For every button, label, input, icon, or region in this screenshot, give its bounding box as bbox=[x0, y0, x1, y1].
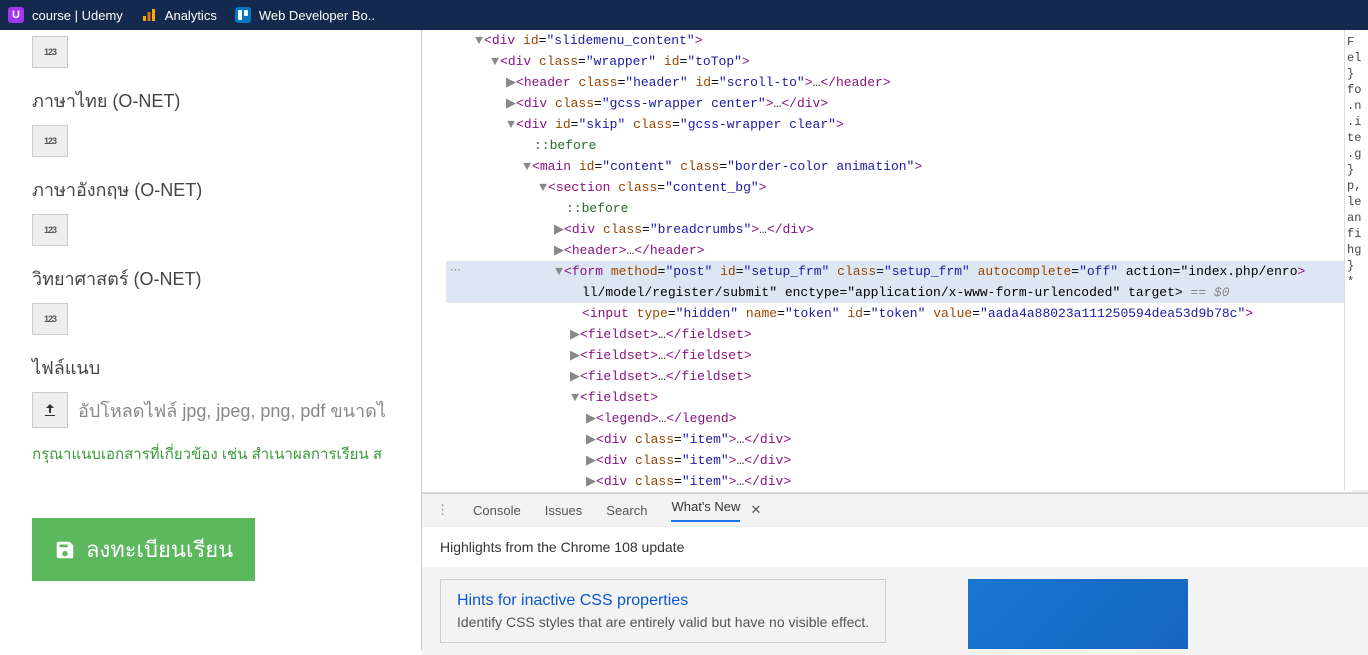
devtools: ▼<div id="slidemenu_content">▼<div class… bbox=[421, 30, 1368, 650]
number-input-icon[interactable]: 123 bbox=[32, 125, 68, 157]
tab-whatsnew[interactable]: What's New bbox=[671, 499, 740, 522]
analytics-icon bbox=[141, 7, 157, 23]
field-label-english: ภาษาอังกฤษ (O-NET) bbox=[32, 175, 421, 204]
bookmark-analytics[interactable]: Analytics bbox=[141, 7, 217, 23]
bookmark-label: course | Udemy bbox=[32, 8, 123, 23]
number-input-icon[interactable]: 123 bbox=[32, 214, 68, 246]
register-button[interactable]: ลงทะเบียนเรียน bbox=[32, 518, 255, 581]
tab-search[interactable]: Search bbox=[606, 503, 647, 518]
udemy-icon: U bbox=[8, 7, 24, 23]
upload-button[interactable] bbox=[32, 392, 68, 428]
whatsnew-headline: Highlights from the Chrome 108 update bbox=[422, 526, 1368, 567]
field-label-thai: ภาษาไทย (O-NET) bbox=[32, 86, 421, 115]
bookmark-udemy[interactable]: U course | Udemy bbox=[8, 7, 123, 23]
field-label-science: วิทยาศาสตร์ (O-NET) bbox=[32, 264, 421, 293]
more-icon[interactable]: ⋮ bbox=[436, 502, 449, 518]
card-title: Hints for inactive CSS properties bbox=[457, 592, 869, 610]
trello-icon bbox=[235, 7, 251, 23]
bookmark-label: Web Developer Bo.. bbox=[259, 8, 375, 23]
upload-hint: กรุณาแนบเอกสารที่เกี่ยวข้อง เช่น สำเนาผล… bbox=[32, 442, 421, 466]
close-icon[interactable]: ✕ bbox=[750, 502, 761, 518]
register-button-label: ลงทะเบียนเรียน bbox=[86, 532, 233, 567]
bookmark-label: Analytics bbox=[165, 8, 217, 23]
number-input-icon[interactable]: 123 bbox=[32, 36, 68, 68]
bookmark-trello[interactable]: Web Developer Bo.. bbox=[235, 7, 375, 23]
field-label-attachment: ไฟล์แนบ bbox=[32, 353, 421, 382]
card-body: Identify CSS styles that are entirely va… bbox=[457, 614, 869, 630]
promo-image bbox=[968, 579, 1188, 649]
upload-icon bbox=[42, 402, 58, 418]
whatsnew-card[interactable]: Hints for inactive CSS properties Identi… bbox=[440, 579, 886, 643]
bookmark-bar: U course | Udemy Analytics Web Developer… bbox=[0, 0, 1368, 30]
page-content: 123 ภาษาไทย (O-NET) 123 ภาษาอังกฤษ (O-NE… bbox=[0, 30, 421, 650]
save-icon bbox=[54, 539, 76, 561]
number-input-icon[interactable]: 123 bbox=[32, 303, 68, 335]
styles-pane-edge: Fel}fo.n.ite.g}p,leanfihg}* bbox=[1344, 30, 1368, 490]
upload-placeholder: อัปโหลดไฟล์ jpg, jpeg, png, pdf ขนาดไ bbox=[78, 396, 386, 425]
devtools-drawer: ⋮ Console Issues Search What's New ✕ Hig… bbox=[422, 493, 1368, 655]
tab-console[interactable]: Console bbox=[473, 503, 521, 518]
tab-issues[interactable]: Issues bbox=[545, 503, 583, 518]
elements-panel[interactable]: ▼<div id="slidemenu_content">▼<div class… bbox=[422, 30, 1368, 492]
drawer-tabs: ⋮ Console Issues Search What's New ✕ bbox=[422, 494, 1368, 526]
